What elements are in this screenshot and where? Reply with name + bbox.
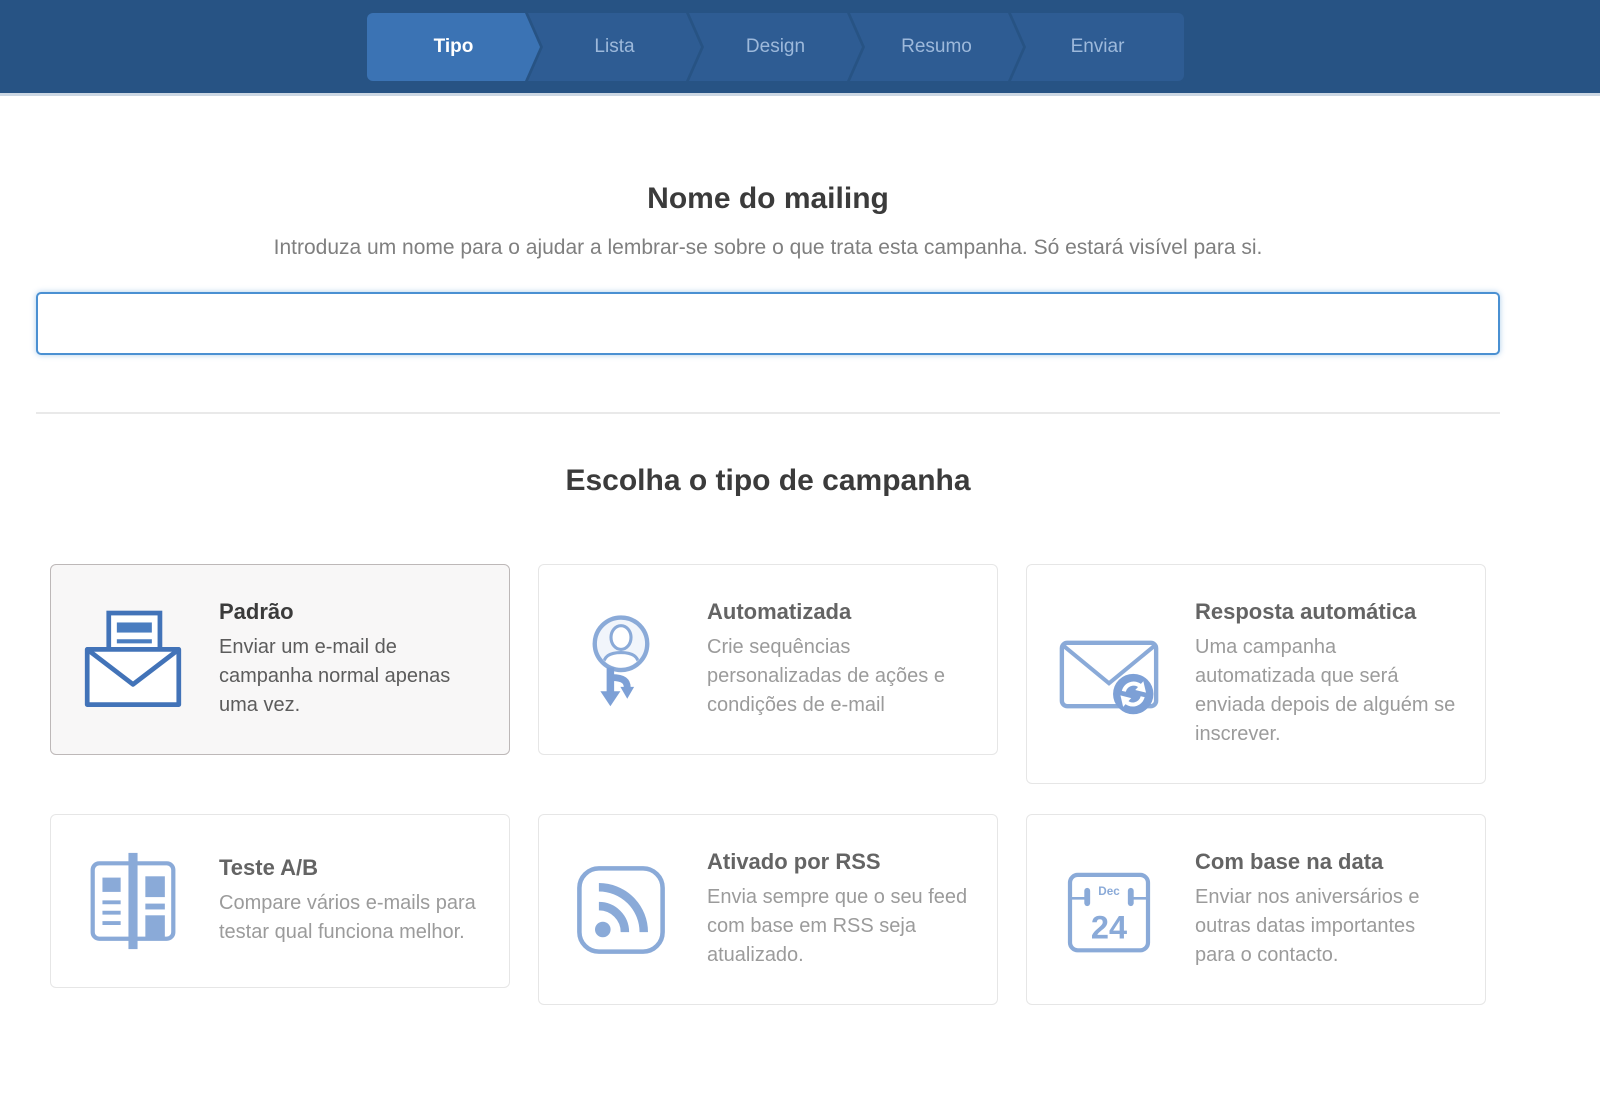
card-description: Uma campanha automatizada que será envia…: [1195, 633, 1459, 749]
envelope-refresh-icon: [1053, 624, 1165, 725]
card-text: Com base na data Enviar nos aniversários…: [1195, 849, 1459, 970]
page-subtitle: Introduza um nome para o ajudar a lembra…: [36, 236, 1500, 260]
step-resumo[interactable]: Resumo: [850, 13, 1023, 81]
step-lista-label: Lista: [594, 36, 634, 58]
step-tipo[interactable]: Tipo: [367, 13, 540, 81]
mailing-name-input[interactable]: [36, 292, 1500, 355]
step-tipo-label: Tipo: [434, 36, 474, 58]
campaign-type-card-padrao[interactable]: Padrão Enviar um e-mail de campanha norm…: [50, 564, 510, 755]
card-title: Ativado por RSS: [707, 849, 971, 875]
page-title: Nome do mailing: [36, 182, 1500, 216]
step-enviar-label: Enviar: [1071, 36, 1125, 58]
step-resumo-label: Resumo: [901, 36, 972, 58]
campaign-type-card-automatizada[interactable]: Automatizada Crie sequências personaliza…: [538, 564, 998, 755]
step-design[interactable]: Design: [689, 13, 862, 81]
section-divider: [36, 412, 1500, 414]
card-title: Resposta automática: [1195, 599, 1459, 625]
campaign-type-card-data[interactable]: Dec 24 Com base na data Enviar nos anive…: [1026, 814, 1486, 1005]
campaign-type-title: Escolha o tipo de campanha: [36, 464, 1500, 498]
card-text: Padrão Enviar um e-mail de campanha norm…: [219, 599, 483, 720]
card-description: Enviar um e-mail de campanha normal apen…: [219, 633, 483, 720]
card-title: Teste A/B: [219, 855, 483, 881]
campaign-type-card-rss[interactable]: Ativado por RSS Envia sempre que o seu f…: [538, 814, 998, 1005]
rss-icon: [565, 858, 677, 962]
ab-test-document-icon: [77, 849, 189, 953]
card-description: Envia sempre que o seu feed com base em …: [707, 883, 971, 970]
card-text: Automatizada Crie sequências personaliza…: [707, 599, 971, 720]
step-lista[interactable]: Lista: [528, 13, 701, 81]
card-description: Compare vários e-mails para testar qual …: [219, 889, 483, 947]
card-description: Crie sequências personalizadas de ações …: [707, 633, 971, 720]
main-content: Nome do mailing Introduza um nome para o…: [36, 182, 1500, 1005]
calendar-month-label: Dec: [1098, 885, 1120, 898]
campaign-type-card-teste-ab[interactable]: Teste A/B Compare vários e-mails para te…: [50, 814, 510, 988]
campaign-stepper: Tipo Lista Design Resumo Enviar: [367, 0, 1233, 81]
card-text: Ativado por RSS Envia sempre que o seu f…: [707, 849, 971, 970]
card-title: Com base na data: [1195, 849, 1459, 875]
calendar-date-icon: Dec 24: [1053, 858, 1165, 962]
automation-flow-icon: [565, 605, 677, 715]
wizard-header: Tipo Lista Design Resumo Enviar: [0, 0, 1600, 96]
campaign-type-grid: Padrão Enviar um e-mail de campanha norm…: [50, 564, 1486, 1005]
campaign-type-card-resposta-automatica[interactable]: Resposta automática Uma campanha automat…: [1026, 564, 1486, 784]
card-title: Automatizada: [707, 599, 971, 625]
card-description: Enviar nos aniversários e outras datas i…: [1195, 883, 1459, 970]
card-text: Resposta automática Uma campanha automat…: [1195, 599, 1459, 749]
envelope-letter-icon: [77, 609, 189, 710]
step-enviar[interactable]: Enviar: [1011, 13, 1184, 81]
step-design-label: Design: [746, 36, 805, 58]
card-title: Padrão: [219, 599, 483, 625]
card-text: Teste A/B Compare vários e-mails para te…: [219, 855, 483, 947]
calendar-day-label: 24: [1091, 909, 1127, 945]
